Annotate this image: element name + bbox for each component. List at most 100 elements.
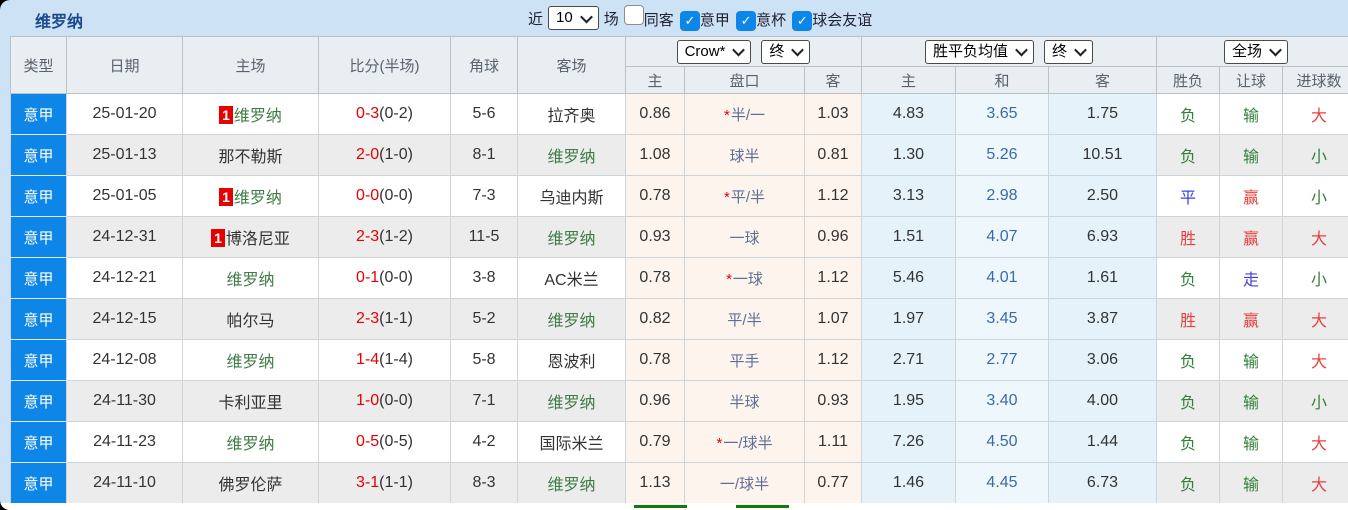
- avg-state-select[interactable]: 终: [1044, 39, 1094, 64]
- handicap-home-odds-cell: 0.78: [625, 339, 685, 381]
- odds-state-select[interactable]: 终: [761, 39, 811, 64]
- avg-home-cell: 5.46: [861, 257, 956, 299]
- avg-home-cell: 1.95: [861, 380, 956, 422]
- handicap-home-odds-cell: 0.78: [625, 175, 685, 217]
- halftime-score: (0-0): [379, 269, 413, 286]
- handicap-line: 球半: [729, 147, 760, 165]
- handicap-line: 平/半: [727, 311, 762, 329]
- away-team-cell: 恩波利: [517, 339, 626, 381]
- corners-cell: 8-3: [450, 462, 518, 504]
- score-cell: 2-3(1-1): [318, 298, 451, 340]
- filter-checkbox[interactable]: ✓: [736, 11, 757, 31]
- avg-home-cell: 3.13: [861, 175, 956, 217]
- filter-checkbox[interactable]: ✓: [792, 11, 813, 31]
- league-cell: 意甲: [10, 421, 67, 463]
- handicap-line-cell: *半/一: [684, 93, 805, 135]
- home-team-cell: 维罗纳: [182, 257, 319, 299]
- away-team-link[interactable]: 恩波利: [547, 354, 595, 371]
- col-home: 主场: [182, 36, 319, 94]
- corners-cell: 4-2: [450, 421, 518, 463]
- col-score: 比分(半场): [318, 36, 451, 94]
- rank-badge: 1: [211, 229, 225, 247]
- avg-home-cell: 1.97: [861, 298, 956, 340]
- league-cell: 意甲: [10, 216, 67, 258]
- avg-away-cell: 3.87: [1048, 298, 1157, 340]
- chevron-down-icon: [732, 43, 746, 57]
- home-team-link[interactable]: 维罗纳: [234, 190, 282, 207]
- avg-away-cell: 6.73: [1048, 462, 1157, 504]
- away-team-link[interactable]: 拉齐奥: [547, 108, 595, 125]
- away-team-link[interactable]: 维罗纳: [547, 313, 595, 330]
- handicap-line-cell: *平/半: [684, 175, 805, 217]
- home-team-link[interactable]: 维罗纳: [226, 272, 274, 289]
- avg-home-cell: 1.30: [861, 134, 956, 176]
- away-team-link[interactable]: 维罗纳: [547, 477, 595, 494]
- match-row: 意甲 25-01-20 1 维罗纳 0-3(0-2) 5-6 拉齐奥 0.86 *…: [10, 93, 1348, 135]
- match-row: 意甲 24-11-30 卡利亚里 1-0(0-0) 7-1 维罗纳 0.96 半…: [10, 380, 1348, 422]
- result-cell: 负: [1156, 339, 1220, 381]
- col-goals: 进球数: [1282, 66, 1348, 94]
- result-cell: 负: [1156, 421, 1220, 463]
- filter-controls: 近 10 场 同客 ✓ 意甲 ✓ 意杯 ✓ 球会友谊: [528, 4, 874, 32]
- handicap-line: 一/球半: [719, 475, 770, 493]
- league-cell: 意甲: [10, 175, 67, 217]
- match-row: 意甲 25-01-13 那不勒斯 2-0(1-0) 8-1 维罗纳 1.08 球…: [10, 134, 1348, 176]
- away-team-link[interactable]: 国际米兰: [539, 436, 603, 453]
- scope-value: 全场: [1231, 42, 1262, 60]
- filter-checkbox[interactable]: ✓: [679, 11, 700, 31]
- fulltime-score: 0-0: [356, 187, 380, 204]
- avg-away-cell: 10.51: [1048, 134, 1157, 176]
- halftime-score: (1-0): [379, 146, 413, 163]
- away-team-link[interactable]: 维罗纳: [547, 395, 595, 412]
- col-corners: 角球: [450, 36, 518, 94]
- away-team-cell: 维罗纳: [517, 134, 626, 176]
- league-cell: 意甲: [10, 339, 67, 381]
- col-handicap: 让球: [1219, 66, 1283, 94]
- home-team-link[interactable]: 博洛尼亚: [226, 231, 290, 248]
- date-cell: 25-01-20: [66, 93, 183, 135]
- away-team-link[interactable]: AC米兰: [544, 272, 598, 289]
- recent-count-select[interactable]: 10: [548, 6, 599, 30]
- avg-draw-cell: 4.07: [955, 216, 1049, 258]
- score-cell: 0-3(0-2): [318, 93, 451, 135]
- away-team-cell: 维罗纳: [517, 216, 626, 258]
- away-team-link[interactable]: 维罗纳: [547, 149, 595, 166]
- handicap-result-cell: 赢: [1219, 216, 1283, 258]
- score-cell: 1-0(0-0): [318, 380, 451, 422]
- fulltime-score: 2-3: [356, 228, 380, 245]
- away-team-link[interactable]: 维罗纳: [547, 231, 595, 248]
- handicap-result-cell: 输: [1219, 421, 1283, 463]
- home-team-link[interactable]: 维罗纳: [234, 108, 282, 125]
- halftime-score: (0-2): [379, 105, 413, 122]
- league-cell: 意甲: [10, 462, 67, 504]
- home-team-link[interactable]: 卡利亚里: [218, 395, 282, 412]
- bookmaker-select[interactable]: Crow*: [676, 39, 752, 64]
- avg-draw-cell: 2.77: [955, 339, 1049, 381]
- home-team-link[interactable]: 佛罗伦萨: [218, 477, 282, 494]
- avg-draw-cell: 3.40: [955, 380, 1049, 422]
- handicap-away-odds-cell: 0.81: [804, 134, 862, 176]
- home-team-link[interactable]: 维罗纳: [226, 354, 274, 371]
- handicap-line-cell: 半球: [684, 380, 805, 422]
- result-cell: 负: [1156, 93, 1220, 135]
- col-date: 日期: [66, 36, 183, 94]
- filter-checkbox[interactable]: [623, 5, 644, 25]
- away-team-link[interactable]: 乌迪内斯: [539, 190, 603, 207]
- avg-type-select[interactable]: 胜平负均值: [924, 39, 1034, 64]
- away-team-cell: 维罗纳: [517, 298, 626, 340]
- home-team-link[interactable]: 维罗纳: [226, 436, 274, 453]
- halftime-score: (1-4): [379, 351, 413, 368]
- fulltime-score: 3-1: [356, 474, 380, 491]
- col-avg-away: 客: [1048, 66, 1157, 94]
- home-team-link[interactable]: 那不勒斯: [218, 149, 282, 166]
- fulltime-score: 0-3: [356, 105, 380, 122]
- handicap-line-cell: 平手: [684, 339, 805, 381]
- result-group-header: 全场: [1156, 36, 1348, 67]
- match-row: 意甲 24-12-31 1 博洛尼亚 2-3(1-2) 11-5 维罗纳 0.93…: [10, 216, 1348, 258]
- date-cell: 24-11-23: [66, 421, 183, 463]
- match-row: 意甲 24-11-10 佛罗伦萨 3-1(1-1) 8-3 维罗纳 1.13 一…: [10, 462, 1348, 504]
- handicap-away-odds-cell: 1.12: [804, 339, 862, 381]
- scope-select[interactable]: 全场: [1223, 39, 1288, 64]
- avg-away-cell: 6.93: [1048, 216, 1157, 258]
- home-team-link[interactable]: 帕尔马: [226, 313, 274, 330]
